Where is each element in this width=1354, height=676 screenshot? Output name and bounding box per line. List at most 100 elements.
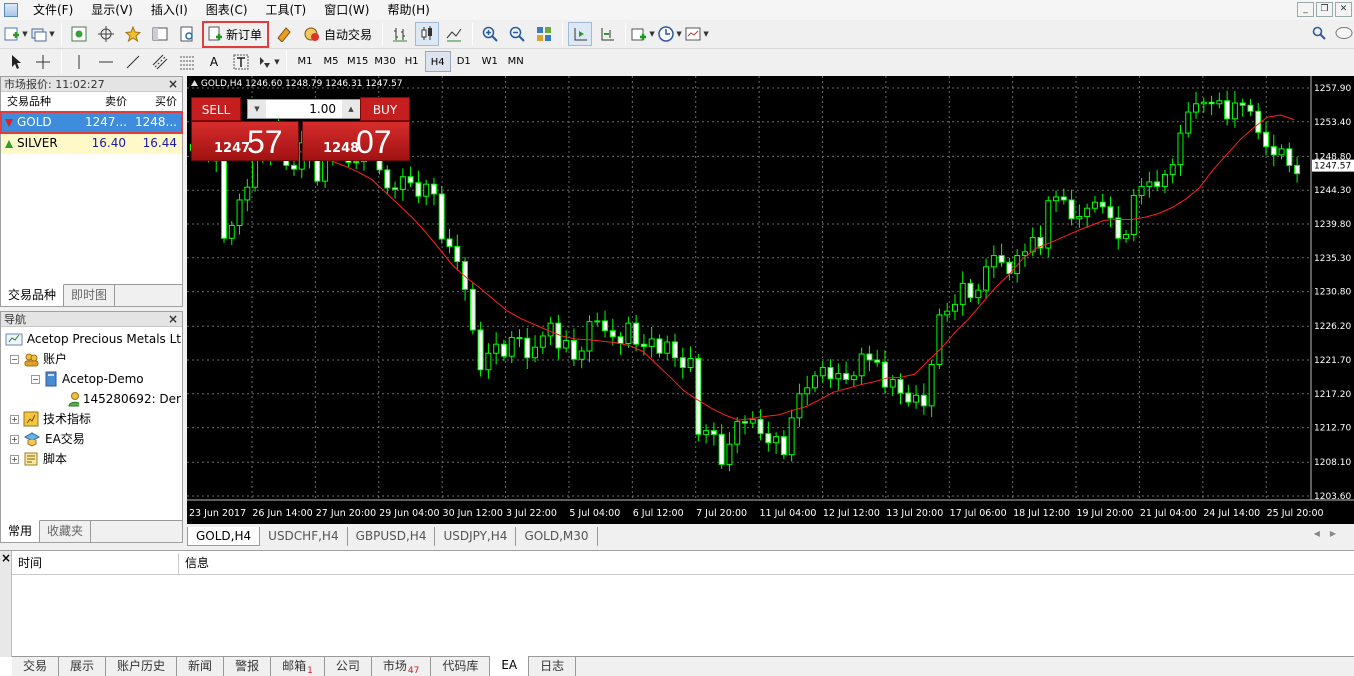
close-icon[interactable]: × (168, 312, 178, 327)
restore-button[interactable]: ❐ (1316, 2, 1333, 17)
nav-accounts[interactable]: − 账户 (10, 349, 67, 369)
line-chart-button[interactable] (442, 22, 466, 46)
market-watch-toggle-button[interactable] (67, 22, 91, 46)
timeframe-w1-button[interactable]: W1 (477, 51, 503, 72)
menu-tools[interactable]: 工具(T) (257, 0, 316, 20)
zoom-in-button[interactable] (478, 22, 502, 46)
vertical-line-button[interactable] (67, 50, 91, 74)
sell-button[interactable]: SELL (191, 97, 241, 121)
text-label-button[interactable] (229, 50, 253, 74)
text-tool-button[interactable]: A (202, 50, 226, 74)
volume-stepper[interactable]: ▼ 1.00 ▲ (247, 99, 361, 119)
bar-chart-button[interactable] (388, 22, 412, 46)
terminal-tab[interactable]: 邮箱1 (271, 657, 325, 676)
channel-button[interactable] (148, 50, 172, 74)
new-chart-button[interactable]: ▼ (4, 22, 28, 46)
terminal-toggle-button[interactable] (148, 22, 172, 46)
timeframe-mn-button[interactable]: MN (503, 51, 529, 72)
terminal-tab[interactable]: 市场47 (372, 657, 432, 676)
auto-trading-button[interactable]: 自动交易 (299, 22, 376, 46)
expand-icon[interactable]: + (10, 454, 19, 464)
collapse-icon[interactable]: − (31, 374, 40, 384)
crosshair-tool-button[interactable] (31, 50, 55, 74)
fibonacci-button[interactable] (175, 50, 199, 74)
volume-down-icon[interactable]: ▼ (248, 100, 266, 118)
menu-view[interactable]: 显示(V) (82, 0, 142, 20)
strategy-tester-button[interactable] (175, 22, 199, 46)
chat-icon[interactable] (1334, 26, 1354, 45)
close-icon[interactable]: × (1, 551, 11, 565)
tab-tick-chart[interactable]: 即时图 (64, 285, 116, 306)
expand-icon[interactable]: + (10, 414, 19, 424)
sell-price-button[interactable]: 1247 57 (191, 121, 299, 161)
timeframe-h1-button[interactable]: H1 (399, 51, 425, 72)
buy-price-button[interactable]: 1248 07 (302, 121, 410, 161)
chart-shift-button[interactable] (595, 22, 619, 46)
chart-tab-usdjpy-h4[interactable]: USDJPY,H4 (435, 526, 517, 546)
terminal-tab[interactable]: 新闻 (177, 657, 225, 676)
terminal-tab[interactable]: 日志 (529, 657, 577, 676)
templates-button[interactable]: ▼ (685, 22, 709, 46)
navigator-toggle-button[interactable] (121, 22, 145, 46)
terminal-tab[interactable]: 交易 (12, 657, 60, 676)
timeframe-h4-button[interactable]: H4 (424, 51, 451, 72)
timeframe-d1-button[interactable]: D1 (451, 51, 477, 72)
timeframe-m1-button[interactable]: M1 (292, 51, 318, 72)
timeframe-m5-button[interactable]: M5 (318, 51, 344, 72)
terminal-tab[interactable]: EA (490, 656, 530, 676)
nav-scripts[interactable]: + 脚本 (10, 449, 67, 469)
tab-favorites[interactable]: 收藏夹 (40, 521, 92, 542)
market-watch-row-silver[interactable]: SILVER 16.40 16.44 (1, 133, 182, 154)
nav-account-login[interactable]: 145280692: Der (67, 389, 181, 409)
menu-window[interactable]: 窗口(W) (315, 0, 378, 20)
chart-tab-gold-h4[interactable]: GOLD,H4 (187, 526, 261, 546)
candlestick-chart-button[interactable] (415, 22, 440, 46)
cursor-tool-button[interactable] (4, 50, 28, 74)
minimize-button[interactable]: _ (1297, 2, 1314, 17)
nav-indicators[interactable]: + 技术指标 (10, 409, 91, 429)
search-icon[interactable] (1312, 26, 1326, 43)
timeframe-m15-button[interactable]: M15 (344, 51, 371, 72)
tab-symbols[interactable]: 交易品种 (1, 284, 65, 306)
menu-file[interactable]: 文件(F) (24, 0, 82, 20)
nav-broker[interactable]: Acetop Precious Metals Lt (5, 329, 181, 349)
arrows-button[interactable]: ▼ (256, 50, 280, 74)
trendline-button[interactable] (121, 50, 145, 74)
terminal-tab[interactable]: 公司 (325, 657, 372, 676)
data-window-button[interactable] (94, 22, 118, 46)
tab-scroll-arrows-icon[interactable]: ◀▶ (1314, 529, 1346, 538)
time-column-header[interactable]: 时间 (12, 553, 179, 574)
tab-common[interactable]: 常用 (1, 520, 41, 542)
terminal-tab[interactable]: 警报 (224, 657, 272, 676)
volume-input[interactable]: 1.00 (266, 100, 342, 118)
market-watch-row-gold[interactable]: GOLD 1247... 1248... (0, 111, 183, 134)
terminal-tab[interactable]: 代码库 (431, 657, 491, 676)
periods-button[interactable]: ▼ (658, 22, 682, 46)
buy-button[interactable]: BUY (360, 97, 410, 121)
price-chart[interactable]: 1257.90 1253.40 1248.80 1244.30 1239.80 1235.… (187, 76, 1354, 524)
collapse-icon[interactable]: − (10, 354, 19, 364)
indicators-button[interactable]: ▼ (631, 22, 655, 46)
nav-experts[interactable]: + EA交易 (10, 429, 85, 449)
menu-charts[interactable]: 图表(C) (197, 0, 257, 20)
new-order-button[interactable]: 新订单 (202, 20, 270, 48)
horizontal-line-button[interactable] (94, 50, 118, 74)
volume-up-icon[interactable]: ▲ (342, 100, 360, 118)
message-column-header[interactable]: 信息 (179, 553, 209, 574)
terminal-tab[interactable]: 展示 (59, 657, 107, 676)
tile-windows-button[interactable] (532, 22, 556, 46)
meta-editor-button[interactable] (272, 22, 296, 46)
auto-scroll-button[interactable] (568, 22, 593, 46)
timeframe-m30-button[interactable]: M30 (371, 51, 398, 72)
zoom-out-button[interactable] (505, 22, 529, 46)
ask-column-header[interactable]: 买价 (127, 92, 177, 111)
expand-icon[interactable]: + (10, 434, 19, 444)
close-icon[interactable]: × (168, 77, 178, 92)
chart-tab-gold-m30[interactable]: GOLD,M30 (516, 526, 598, 546)
menu-insert[interactable]: 插入(I) (142, 0, 197, 20)
bid-column-header[interactable]: 卖价 (85, 92, 127, 111)
terminal-tab[interactable]: 账户历史 (106, 657, 178, 676)
chart-tab-usdchf-h4[interactable]: USDCHF,H4 (260, 526, 348, 546)
menu-help[interactable]: 帮助(H) (378, 0, 438, 20)
symbol-column-header[interactable]: 交易品种 (1, 92, 85, 111)
